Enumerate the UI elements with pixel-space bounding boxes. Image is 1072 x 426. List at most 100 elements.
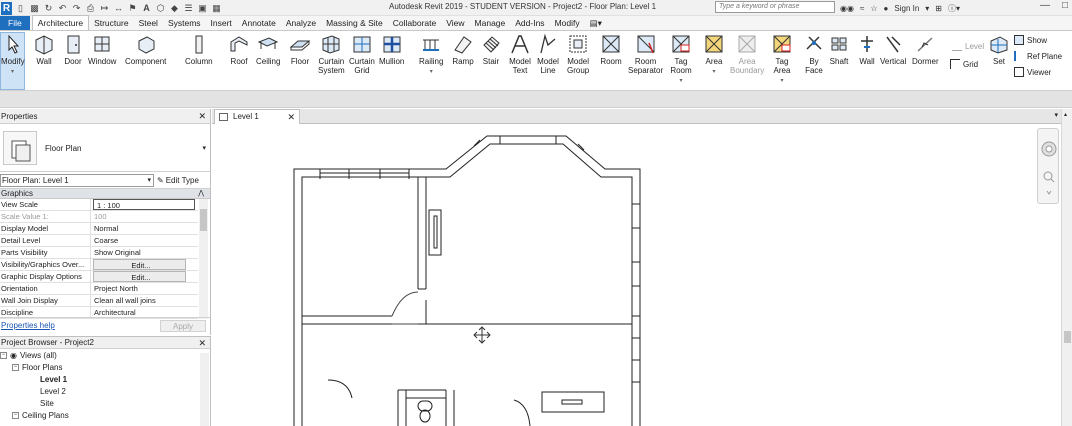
mullion-button[interactable]: Mullion (379, 33, 404, 66)
tab-architecture[interactable]: Architecture (31, 15, 90, 30)
navigation-bar[interactable] (1037, 128, 1059, 204)
show-workplane-button[interactable]: Show (1014, 35, 1047, 45)
curtain-grid-button[interactable]: Curtain Grid (349, 33, 375, 75)
ceiling-button[interactable]: Ceiling (256, 33, 280, 66)
binoculars-icon[interactable]: ◉◉ (840, 4, 854, 13)
curtain-system-button[interactable]: Curtain System (318, 33, 345, 75)
user-icon[interactable]: ● (884, 4, 889, 13)
browser-scrollbar[interactable] (200, 353, 209, 426)
tab-insert[interactable]: Insert (206, 16, 237, 30)
ref-plane-button[interactable]: Ref Plane (1014, 51, 1062, 61)
view-scale-input[interactable]: 1 : 100 (93, 199, 195, 210)
revit-logo-icon[interactable]: R (1, 1, 12, 15)
undo-icon[interactable]: ↶ (57, 3, 68, 14)
apply-button[interactable]: Apply (160, 320, 206, 332)
model-line-button[interactable]: Model Line (537, 33, 559, 75)
column-button[interactable]: Column (185, 33, 213, 66)
sync-icon[interactable]: ↻ (43, 3, 54, 14)
tree-item-site[interactable]: Site (40, 399, 54, 408)
drawing-canvas[interactable] (212, 124, 1061, 426)
tab-level-1[interactable]: Level 1 ✕ (214, 109, 300, 124)
model-group-button[interactable]: Model Group (567, 33, 589, 75)
floor-button[interactable]: Floor (289, 33, 311, 66)
redo-icon[interactable]: ↷ (71, 3, 82, 14)
tag-room-button[interactable]: Tag Room ▾ (670, 33, 692, 86)
close-icon[interactable]: ✕ (198, 109, 206, 124)
tab-analyze[interactable]: Analyze (281, 16, 321, 30)
tab-annotate[interactable]: Annotate (237, 16, 281, 30)
room-separator-button[interactable]: Room Separator (628, 33, 663, 75)
tab-list-icon[interactable]: ▾ (1054, 111, 1058, 119)
stair-button[interactable]: Stair (480, 33, 502, 66)
window-button[interactable]: Window (88, 33, 116, 66)
modify-button[interactable]: Modify ▾ (0, 32, 25, 90)
minimize-icon[interactable]: — (1040, 0, 1050, 11)
tree-views-all[interactable]: − ◉ Views (all) (0, 351, 57, 360)
tab-collaborate[interactable]: Collaborate (388, 16, 441, 30)
vg-edit-button[interactable]: Edit... (93, 259, 186, 270)
measure-icon[interactable]: ↦ (99, 3, 110, 14)
tab-structure[interactable]: Structure (89, 16, 134, 30)
tab-systems[interactable]: Systems (163, 16, 206, 30)
chevron-down-icon[interactable]: ▾ (202, 144, 206, 152)
help-icon[interactable]: ⓘ▾ (948, 3, 960, 14)
tab-massing-site[interactable]: Massing & Site (321, 16, 388, 30)
section-icon[interactable]: ◆ (169, 3, 180, 14)
tab-steel[interactable]: Steel (134, 16, 163, 30)
tab-modify[interactable]: Modify (550, 16, 585, 30)
wall-button[interactable]: Wall (33, 33, 55, 66)
ramp-button[interactable]: Ramp (452, 33, 474, 66)
maximize-icon[interactable]: □ (1062, 0, 1068, 11)
tree-item-level-2[interactable]: Level 2 (40, 387, 66, 396)
save-icon[interactable]: ▩ (29, 3, 40, 14)
model-text-button[interactable]: Model Text (509, 33, 531, 75)
railing-button[interactable]: Railing ▾ (419, 33, 443, 77)
roof-button[interactable]: Roof (228, 33, 250, 66)
door-button[interactable]: Door (62, 33, 84, 66)
level-button[interactable]: Level (952, 41, 984, 51)
thin-lines-icon[interactable]: ☰ (183, 3, 194, 14)
sign-in-link[interactable]: Sign In (894, 4, 919, 13)
chevron-down-icon[interactable]: ▾ (925, 4, 929, 13)
favorites-icon[interactable]: ☆ (870, 4, 877, 13)
tree-floor-plans[interactable]: − Floor Plans (12, 363, 62, 372)
open-icon[interactable]: ▯ (15, 3, 26, 14)
dimension-icon[interactable]: ↔ (113, 3, 124, 14)
search-input[interactable]: Type a keyword or phrase (715, 1, 835, 13)
dormer-button[interactable]: Dormer (912, 33, 939, 66)
close-icon[interactable]: ✕ (287, 110, 295, 124)
component-button[interactable]: Component (125, 33, 166, 66)
room-button[interactable]: Room (600, 33, 622, 66)
properties-scrollbar[interactable] (199, 199, 208, 319)
subscription-icon[interactable]: ≈ (860, 4, 864, 13)
ribbon-options-icon[interactable]: ▤▾ (585, 16, 607, 30)
collapse-icon[interactable]: − (0, 352, 7, 359)
graphics-group-header[interactable]: Graphics ⋀ (0, 189, 210, 199)
close-hidden-icon[interactable]: ▣ (197, 3, 208, 14)
tree-ceiling-plans[interactable]: − Ceiling Plans (12, 411, 69, 420)
3d-view-icon[interactable]: ⬡ (155, 3, 166, 14)
tag-icon[interactable]: ⚑ (127, 3, 138, 14)
tab-add-ins[interactable]: Add-Ins (510, 16, 549, 30)
tag-area-button[interactable]: Tag Area ▾ (771, 33, 793, 86)
exchange-icon[interactable]: ⊞ (935, 4, 942, 13)
view-scrollbar[interactable]: ▴ (1061, 109, 1072, 426)
wall-opening-button[interactable]: Wall (856, 33, 878, 66)
viewer-button[interactable]: Viewer (1014, 67, 1051, 77)
graphic-display-edit-button[interactable]: Edit... (93, 271, 186, 282)
collapse-icon[interactable]: − (12, 364, 19, 371)
shaft-button[interactable]: Shaft (828, 33, 850, 66)
close-icon[interactable]: ✕ (198, 337, 206, 349)
area-boundary-button[interactable]: Area Boundary (730, 33, 764, 75)
tree-item-level-1[interactable]: Level 1 (40, 375, 67, 384)
switch-windows-icon[interactable]: ▦ (211, 3, 222, 14)
opening-by-face-button[interactable]: By Face (803, 33, 825, 75)
print-icon[interactable]: ⎙ (85, 3, 96, 14)
grid-button[interactable]: Grid (950, 59, 978, 69)
scroll-up-icon[interactable]: ▴ (1064, 111, 1067, 118)
text-icon[interactable]: A (141, 3, 152, 14)
set-button[interactable]: Set (988, 33, 1010, 66)
tab-manage[interactable]: Manage (470, 16, 511, 30)
properties-help-link[interactable]: Properties help (1, 321, 55, 330)
vertical-opening-button[interactable]: Vertical (880, 33, 906, 66)
